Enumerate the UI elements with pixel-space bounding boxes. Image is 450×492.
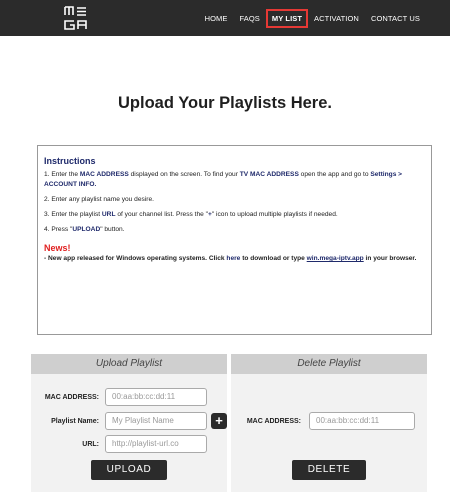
top-navigation-bar: HOME FAQS MY LIST ACTIVATION CONTACT US — [0, 0, 450, 36]
playlist-name-input[interactable]: My Playlist Name — [105, 412, 207, 430]
delete-mac-row: MAC ADDRESS: 00:aa:bb:cc:dd:11 — [241, 412, 415, 430]
news-text: - New app released for Windows operating… — [44, 255, 417, 262]
instructions-title: Instructions — [44, 156, 96, 166]
instruction-step-4: 4. Press "UPLOAD" button. — [44, 226, 125, 233]
plus-icon[interactable]: + — [211, 413, 227, 429]
delete-playlist-title: Delete Playlist — [231, 354, 427, 374]
upload-playlist-panel: Upload Playlist MAC ADDRESS: 00:aa:bb:cc… — [31, 354, 227, 492]
nav-activation[interactable]: ACTIVATION — [308, 14, 365, 23]
nav-home[interactable]: HOME — [199, 14, 234, 23]
main-nav: HOME FAQS MY LIST ACTIVATION CONTACT US — [199, 0, 426, 36]
playlist-url-input[interactable]: http://playlist-url.co — [105, 435, 207, 453]
playlist-url-label: URL: — [82, 440, 99, 448]
page-title: Upload Your Playlists Here. — [118, 94, 332, 112]
nav-faqs[interactable]: FAQS — [233, 14, 265, 23]
upload-button[interactable]: UPLOAD — [91, 460, 167, 480]
instructions-box: Instructions 1. Enter the MAC ADDRESS di… — [37, 145, 432, 335]
upload-url-row: URL: http://playlist-url.co — [35, 435, 207, 453]
news-url-link[interactable]: win.mega-iptv.app — [307, 255, 364, 262]
playlist-name-label: Playlist Name: — [51, 417, 99, 425]
instruction-step-2: 2. Enter any playlist name you desire. — [44, 196, 154, 203]
delete-playlist-panel: Delete Playlist MAC ADDRESS: 00:aa:bb:cc… — [231, 354, 427, 492]
upload-name-row: Playlist Name: My Playlist Name + — [35, 412, 227, 430]
upload-mac-row: MAC ADDRESS: 00:aa:bb:cc:dd:11 — [35, 388, 207, 406]
mega-logo-icon[interactable] — [62, 4, 90, 32]
news-title: News! — [44, 243, 71, 253]
news-download-link[interactable]: here — [226, 255, 240, 262]
nav-contact-us[interactable]: CONTACT US — [365, 14, 426, 23]
nav-my-list[interactable]: MY LIST — [265, 8, 309, 28]
delete-mac-label: MAC ADDRESS: — [246, 417, 301, 425]
instruction-step-3: 3. Enter the playlist URL of your channe… — [44, 211, 338, 218]
upload-mac-label: MAC ADDRESS: — [44, 393, 99, 401]
delete-button[interactable]: DELETE — [292, 460, 366, 480]
upload-playlist-title: Upload Playlist — [31, 354, 227, 374]
instruction-step-1: 1. Enter the MAC ADDRESS displayed on th… — [44, 171, 403, 188]
delete-mac-input[interactable]: 00:aa:bb:cc:dd:11 — [309, 412, 415, 430]
upload-mac-input[interactable]: 00:aa:bb:cc:dd:11 — [105, 388, 207, 406]
